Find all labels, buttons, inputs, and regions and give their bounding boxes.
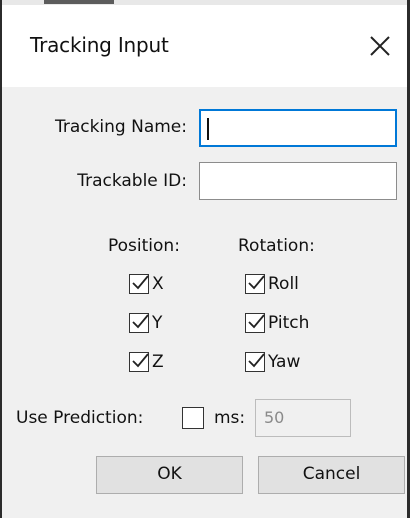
position-y-label: Y	[152, 313, 163, 333]
rotation-yaw-checkbox[interactable]: Yaw	[245, 348, 300, 376]
text-caret	[207, 118, 209, 140]
trackable-id-input[interactable]	[199, 162, 397, 200]
checkbox-box	[245, 274, 265, 294]
position-header: Position:	[108, 236, 180, 256]
title-bar: Tracking Input	[2, 5, 407, 87]
use-prediction-label: Use Prediction:	[16, 408, 144, 428]
checkmark-icon	[132, 275, 149, 290]
trackable-id-label: Trackable ID:	[77, 171, 187, 191]
dialog-content: Tracking Name: Trackable ID: Position: R…	[2, 87, 407, 518]
position-y-checkbox[interactable]: Y	[129, 309, 162, 337]
close-button[interactable]	[363, 29, 397, 63]
position-x-label: X	[152, 274, 164, 294]
tracking-name-label: Tracking Name:	[54, 117, 187, 137]
checkbox-box	[129, 274, 149, 294]
checkmark-icon	[248, 275, 265, 290]
close-icon	[370, 36, 390, 56]
tracking-input-dialog: Tracking Input Tracking Name: Trackable …	[0, 0, 410, 518]
position-x-checkbox[interactable]: X	[129, 270, 164, 298]
rotation-roll-label: Roll	[268, 274, 299, 294]
rotation-roll-checkbox[interactable]: Roll	[245, 270, 299, 298]
position-z-label: Z	[152, 352, 164, 372]
rotation-header: Rotation:	[238, 236, 315, 256]
checkbox-box	[129, 352, 149, 372]
window-edge-segment	[44, 0, 114, 4]
rotation-pitch-label: Pitch	[268, 313, 310, 333]
checkmark-icon	[248, 353, 265, 368]
ok-button[interactable]: OK	[96, 456, 243, 494]
ms-input[interactable]: 50	[255, 399, 351, 437]
cancel-button[interactable]: Cancel	[258, 456, 405, 494]
rotation-pitch-checkbox[interactable]: Pitch	[245, 309, 309, 337]
checkbox-box	[129, 313, 149, 333]
checkmark-icon	[248, 314, 265, 329]
checkmark-icon	[132, 314, 149, 329]
ms-label: ms:	[214, 408, 246, 428]
checkbox-box	[245, 313, 265, 333]
window-title: Tracking Input	[30, 33, 169, 57]
rotation-yaw-label: Yaw	[268, 352, 301, 372]
checkbox-box	[245, 352, 265, 372]
tracking-name-input[interactable]	[199, 109, 397, 147]
position-z-checkbox[interactable]: Z	[129, 348, 164, 376]
use-prediction-checkbox[interactable]	[182, 407, 204, 429]
checkmark-icon	[132, 353, 149, 368]
